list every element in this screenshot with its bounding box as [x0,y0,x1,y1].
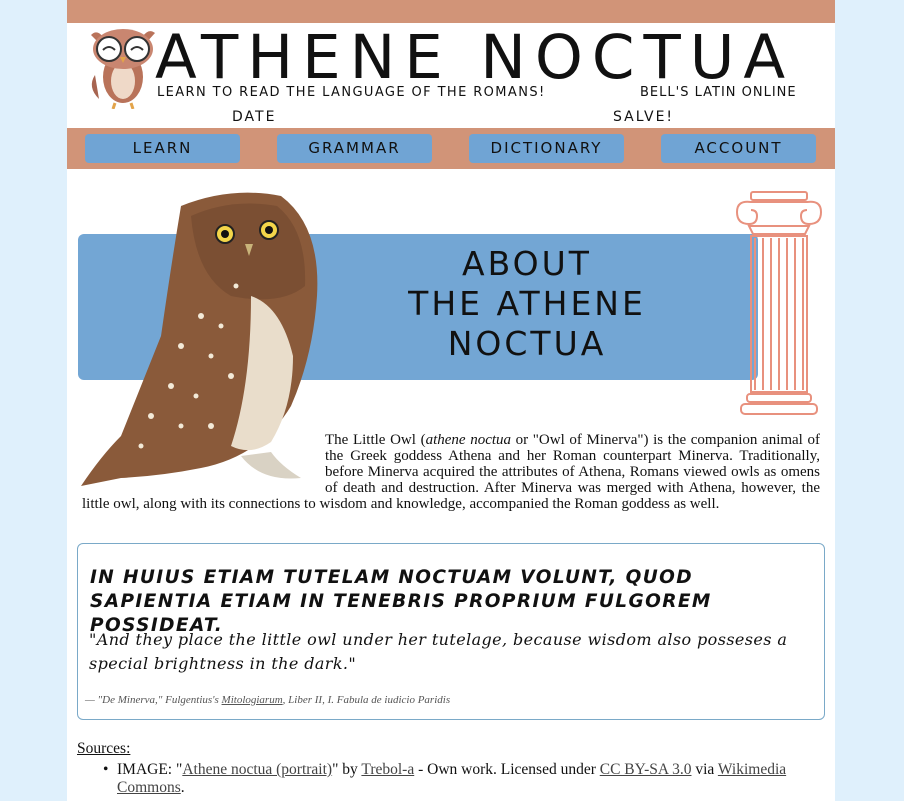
mitologiarum-link[interactable]: Mitologiarum [222,694,283,706]
nav-account-button[interactable]: ACCOUNT [661,134,816,163]
image-source-link[interactable]: Athene noctua (portrait) [182,761,332,778]
date-label: DATE [232,109,277,125]
quote-box: in huius etiam tutelam noctuam volunt, q… [77,543,825,720]
main-nav: LEARN GRAMMAR DICTIONARY ACCOUNT [67,128,835,169]
site-header: ATHENE NOCTUA LEARN TO READ THE LANGUAGE… [67,23,835,128]
bullet-icon: • [103,761,109,778]
nav-dictionary-button[interactable]: DICTIONARY [469,134,624,163]
about-text: The Little Owl ( [325,432,426,448]
author-link[interactable]: Trebol-a [361,761,414,778]
sources-list: • IMAGE: "Athene noctua (portrait)" by T… [103,761,817,797]
about-heading: ABOUT THE ATHENE NOCTUA [377,244,677,364]
source-text: . [180,779,185,796]
ionic-column-icon [736,191,823,415]
source-text: " by [332,761,362,778]
citation-text: , Liber II, I. Fabula de iudicio Paridis [282,694,451,706]
nav-learn-button[interactable]: LEARN [85,134,240,163]
quote-citation: — "De Minerva," Fulgentius's Mitologiaru… [85,694,450,706]
nav-grammar-button[interactable]: GRAMMAR [277,134,432,163]
about-text-italic: athene noctua [425,432,512,448]
owl-logo-icon[interactable] [85,25,163,109]
citation-text: — "De Minerva," Fulgentius's [85,694,222,706]
license-link[interactable]: CC BY-SA 3.0 [600,761,692,778]
source-text: - Own work. Licensed under [414,761,600,778]
top-bar [67,0,835,23]
about-heading-line: ABOUT [462,244,592,283]
site-tagline: LEARN TO READ THE LANGUAGE OF THE ROMANS… [157,85,546,100]
about-heading-line: NOCTUA [447,324,607,363]
sources-heading: Sources: [77,740,131,757]
quote-translation: "And they place the little owl under her… [89,630,788,673]
greeting: SALVE! [613,109,675,125]
source-text: IMAGE: " [117,761,183,778]
page: ATHENE NOCTUA LEARN TO READ THE LANGUAGE… [67,0,835,801]
about-heading-line: THE ATHENE [408,284,646,323]
site-subtitle: BELL'S LATIN ONLINE [640,85,797,100]
source-text: via [691,761,718,778]
about-paragraph: The Little Owl (athene noctua or "Owl of… [82,432,820,512]
site-title: ATHENE NOCTUA [155,22,795,93]
